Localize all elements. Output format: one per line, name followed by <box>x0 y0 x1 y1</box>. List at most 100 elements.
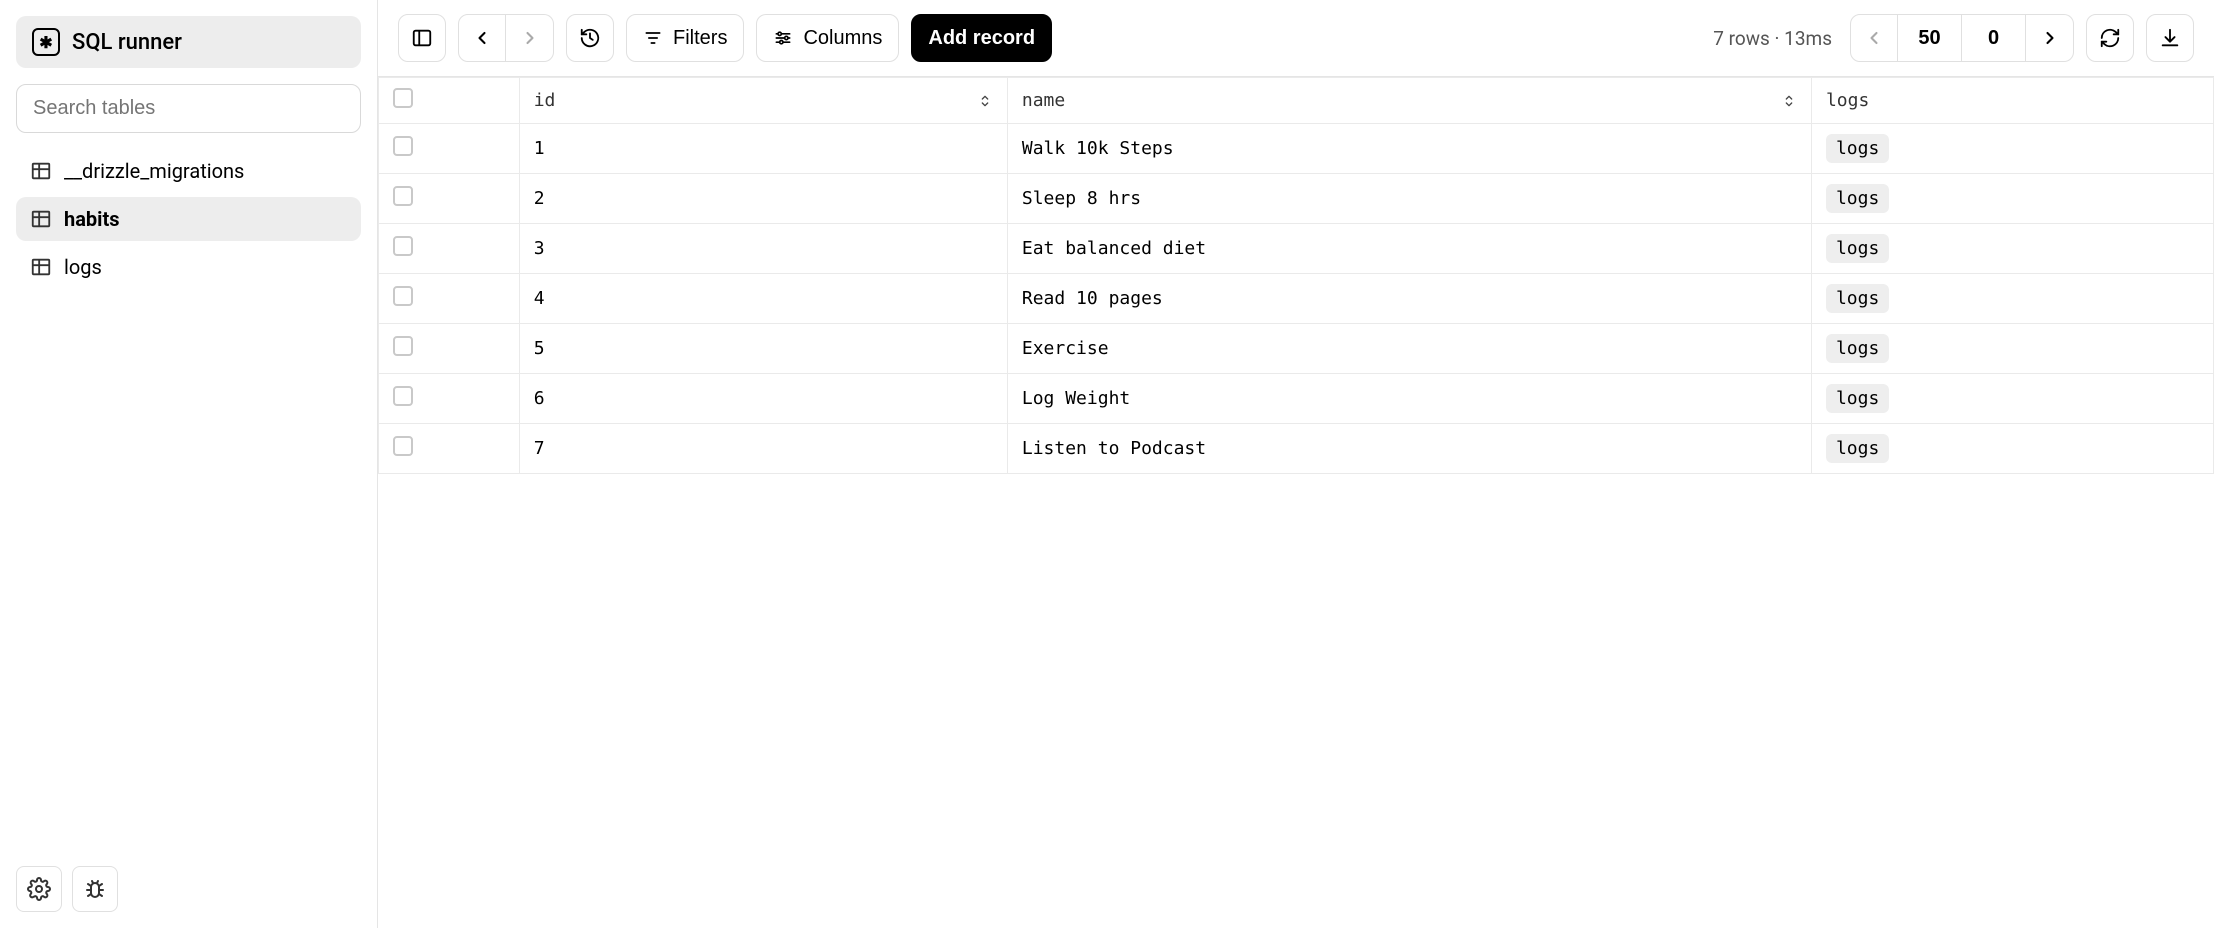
logs-badge[interactable]: logs <box>1826 284 1889 313</box>
refresh-button[interactable] <box>2086 14 2134 62</box>
pagination-group: 50 0 <box>1850 14 2074 62</box>
sidebar-bottom <box>16 866 361 912</box>
table-row[interactable]: 1Walk 10k Steps logs <box>379 124 2214 174</box>
logs-badge[interactable]: logs <box>1826 234 1889 263</box>
panel-left-icon <box>411 27 433 49</box>
cell-id[interactable]: 7 <box>519 424 1007 474</box>
sidebar-table-item[interactable]: habits <box>16 197 361 241</box>
sort-icon <box>977 93 993 109</box>
page-offset-value: 0 <box>1988 27 1999 50</box>
chevron-right-icon <box>2040 28 2060 48</box>
column-name-label: name <box>1022 90 1065 111</box>
toggle-sidebar-button[interactable] <box>398 14 446 62</box>
cell-logs[interactable]: logs <box>1811 324 2213 374</box>
cell-name[interactable]: Exercise <box>1007 324 1811 374</box>
chevron-right-icon <box>520 28 540 48</box>
search-tables-input[interactable] <box>33 97 344 120</box>
chevron-left-icon <box>1864 28 1884 48</box>
table-icon <box>30 256 52 278</box>
main: Filters Columns Add record 7 rows · 13ms… <box>378 0 2214 928</box>
cell-logs[interactable]: logs <box>1811 174 2213 224</box>
row-count-status: 7 rows · 13ms <box>1713 27 1832 50</box>
cell-id[interactable]: 2 <box>519 174 1007 224</box>
cell-id[interactable]: 4 <box>519 274 1007 324</box>
table-row[interactable]: 7Listen to Podcast logs <box>379 424 2214 474</box>
table-row[interactable]: 3Eat balanced diet logs <box>379 224 2214 274</box>
asterisk-icon: ✱ <box>32 28 60 56</box>
search-tables-wrap <box>16 84 361 133</box>
settings-button[interactable] <box>16 866 62 912</box>
cell-name[interactable]: Read 10 pages <box>1007 274 1811 324</box>
filters-button[interactable]: Filters <box>626 14 744 62</box>
cell-logs[interactable]: logs <box>1811 224 2213 274</box>
history-button[interactable] <box>566 14 614 62</box>
table-body: 1Walk 10k Stepslogs2Sleep 8 hrslogs3Eat … <box>379 124 2214 474</box>
nav-back-button[interactable] <box>458 14 506 62</box>
history-icon <box>579 27 601 49</box>
cell-id[interactable]: 3 <box>519 224 1007 274</box>
column-header-name[interactable]: name <box>1007 78 1811 124</box>
cell-name[interactable]: Log Weight <box>1007 374 1811 424</box>
cell-name[interactable]: Sleep 8 hrs <box>1007 174 1811 224</box>
filter-icon <box>643 28 663 48</box>
sidebar-table-item[interactable]: __drizzle_migrations <box>16 149 361 193</box>
row-checkbox[interactable] <box>393 286 413 306</box>
logs-badge[interactable]: logs <box>1826 184 1889 213</box>
select-all-checkbox[interactable] <box>393 88 413 108</box>
table-row[interactable]: 2Sleep 8 hrs logs <box>379 174 2214 224</box>
column-header-logs[interactable]: logs <box>1811 78 2213 124</box>
cell-name[interactable]: Listen to Podcast <box>1007 424 1811 474</box>
sidebar-table-item[interactable]: logs <box>16 245 361 289</box>
sliders-icon <box>773 28 793 48</box>
row-checkbox[interactable] <box>393 236 413 256</box>
add-record-button[interactable]: Add record <box>911 14 1052 62</box>
page-next-button[interactable] <box>2026 14 2074 62</box>
toolbar: Filters Columns Add record 7 rows · 13ms… <box>378 0 2214 77</box>
cell-logs[interactable]: logs <box>1811 424 2213 474</box>
filters-label: Filters <box>673 27 727 50</box>
cell-name[interactable]: Eat balanced diet <box>1007 224 1811 274</box>
data-table: id name logs <box>378 77 2214 474</box>
row-checkbox[interactable] <box>393 336 413 356</box>
columns-button[interactable]: Columns <box>756 14 899 62</box>
row-checkbox[interactable] <box>393 386 413 406</box>
table-list: __drizzle_migrationshabits logs <box>16 149 361 289</box>
sql-runner-button[interactable]: ✱ SQL runner <box>16 16 361 68</box>
nav-forward-button[interactable] <box>506 14 554 62</box>
page-offset-button[interactable]: 0 <box>1962 14 2026 62</box>
debug-button[interactable] <box>72 866 118 912</box>
row-checkbox[interactable] <box>393 136 413 156</box>
cell-name[interactable]: Walk 10k Steps <box>1007 124 1811 174</box>
row-checkbox[interactable] <box>393 436 413 456</box>
table-row[interactable]: 6Log Weight logs <box>379 374 2214 424</box>
logs-badge[interactable]: logs <box>1826 434 1889 463</box>
logs-badge[interactable]: logs <box>1826 334 1889 363</box>
table-icon <box>30 208 52 230</box>
table-row[interactable]: 4Read 10 pages logs <box>379 274 2214 324</box>
nav-history-group <box>458 14 554 62</box>
sidebar-table-label: logs <box>64 255 102 279</box>
download-button[interactable] <box>2146 14 2194 62</box>
bug-icon <box>83 877 107 901</box>
cell-id[interactable]: 1 <box>519 124 1007 174</box>
gear-icon <box>27 877 51 901</box>
sidebar-table-label: habits <box>64 207 120 231</box>
table-icon <box>30 160 52 182</box>
table-row[interactable]: 5Exercise logs <box>379 324 2214 374</box>
cell-id[interactable]: 6 <box>519 374 1007 424</box>
select-all-header[interactable] <box>379 78 520 124</box>
cell-id[interactable]: 5 <box>519 324 1007 374</box>
cell-logs[interactable]: logs <box>1811 274 2213 324</box>
chevron-left-icon <box>472 28 492 48</box>
column-header-id[interactable]: id <box>519 78 1007 124</box>
cell-logs[interactable]: logs <box>1811 374 2213 424</box>
row-checkbox[interactable] <box>393 186 413 206</box>
columns-label: Columns <box>803 27 882 50</box>
cell-logs[interactable]: logs <box>1811 124 2213 174</box>
logs-badge[interactable]: logs <box>1826 384 1889 413</box>
page-prev-button[interactable] <box>1850 14 1898 62</box>
logs-badge[interactable]: logs <box>1826 134 1889 163</box>
sort-icon <box>1781 93 1797 109</box>
column-id-label: id <box>534 90 556 111</box>
page-size-button[interactable]: 50 <box>1898 14 1962 62</box>
